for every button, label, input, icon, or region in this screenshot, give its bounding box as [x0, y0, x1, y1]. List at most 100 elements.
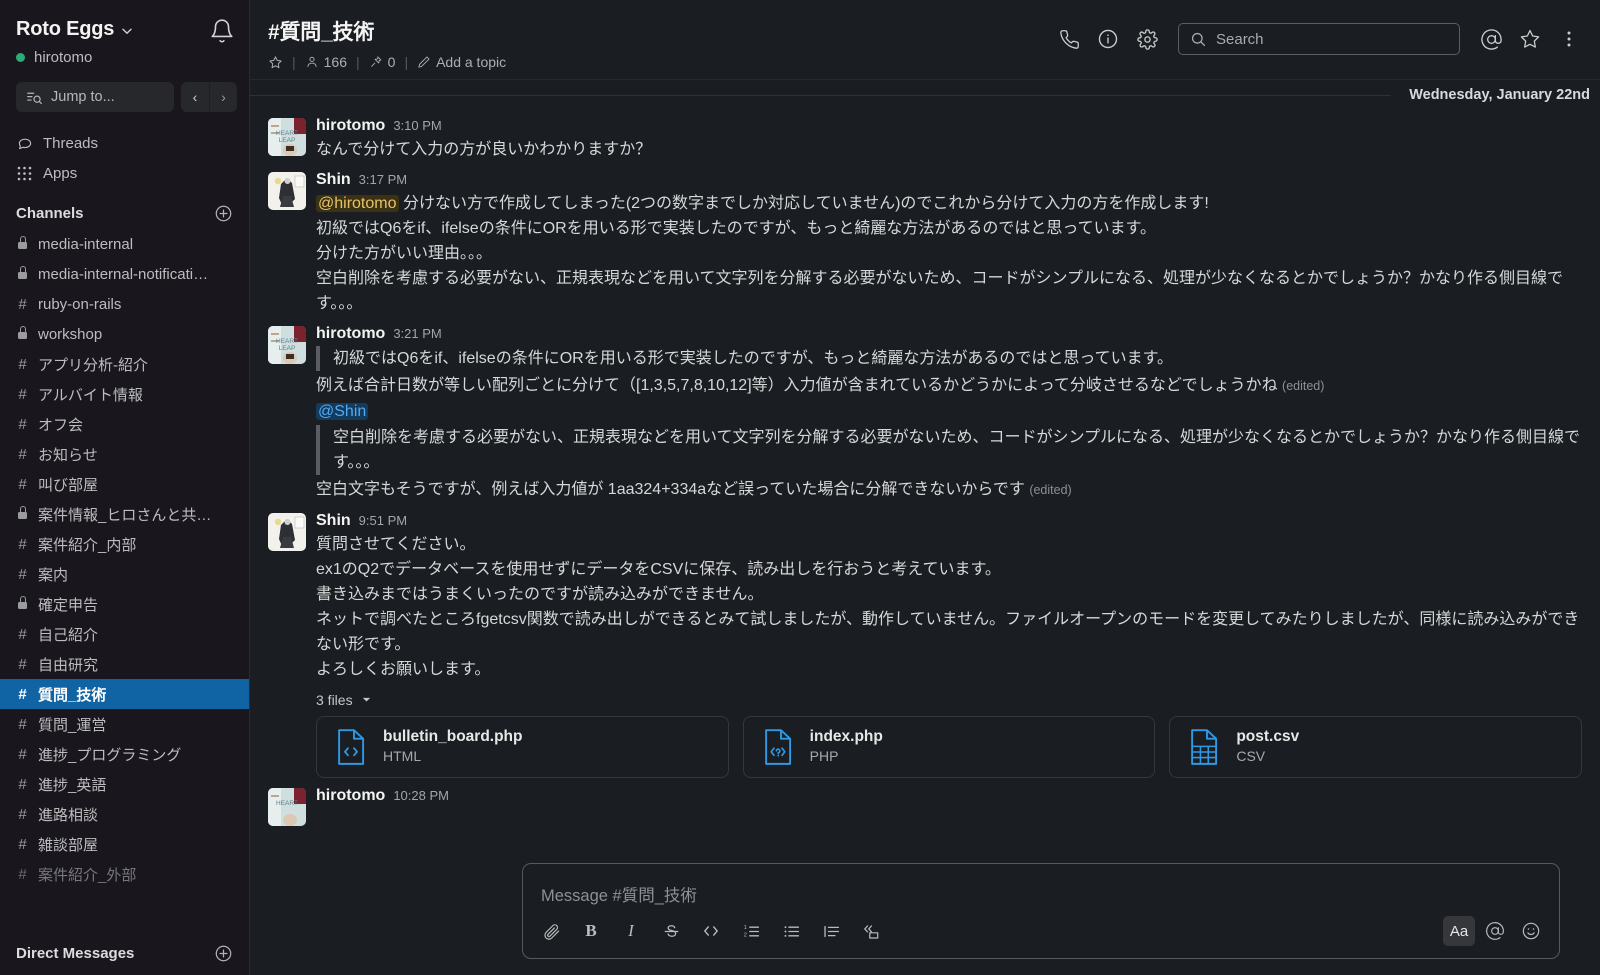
ordered-list-icon[interactable]: 1 2 [735, 916, 767, 946]
avatar[interactable]: HEART LEAP [268, 326, 306, 365]
sidebar-channel-item[interactable]: # 自己紹介 [0, 619, 249, 649]
blockquote-icon[interactable] [815, 916, 847, 946]
sidebar-item-threads[interactable]: Threads [0, 128, 249, 158]
apps-icon [16, 166, 33, 181]
message-composer: Message #質問_技術 B I 1 2 Aa [522, 863, 1560, 959]
sidebar-channel-item[interactable]: # 雑談部屋 [0, 829, 249, 859]
sidebar-channel-item[interactable]: # アプリ分析-紹介 [0, 349, 249, 379]
members-count[interactable]: 166 [305, 54, 347, 70]
sidebar-channel-item[interactable]: # オフ会 [0, 409, 249, 439]
code-icon[interactable] [695, 916, 727, 946]
sidebar-item-apps[interactable]: Apps [0, 158, 249, 188]
jump-to-input[interactable]: Jump to... [16, 82, 174, 112]
code-block-icon[interactable] [855, 916, 887, 946]
bold-icon[interactable]: B [575, 916, 607, 946]
sidebar-channel-item[interactable]: # アルバイト情報 [0, 379, 249, 409]
sidebar-channel-item[interactable]: # 質問_運営 [0, 709, 249, 739]
svg-text:2: 2 [743, 932, 746, 938]
channels-section-header[interactable]: Channels [0, 188, 249, 229]
formatting-icon[interactable]: Aa [1443, 916, 1475, 946]
avatar[interactable]: HEART [268, 787, 306, 826]
dm-section-header[interactable]: Direct Messages [0, 928, 249, 969]
sidebar-channel-item[interactable]: # 進捗_英語 [0, 769, 249, 799]
more-vertical-icon[interactable] [1552, 22, 1586, 56]
message-author[interactable]: hirotomo [316, 786, 385, 805]
files-toggle[interactable]: 3 files [316, 692, 1582, 708]
sidebar-channel-item[interactable]: # 案件紹介_外部 [0, 859, 249, 889]
attach-icon[interactable] [535, 916, 567, 946]
chevron-down-icon[interactable] [121, 25, 133, 37]
sidebar-channel-item[interactable]: # 質問_技術 [0, 679, 249, 709]
sidebar-channel-item[interactable]: # 案内 [0, 559, 249, 589]
file-attachments: bulletin_board.php HTML index.php PHP po… [316, 715, 1583, 778]
add-topic-button[interactable]: Add a topic [417, 54, 506, 70]
nav-back-button[interactable]: ‹ [181, 82, 209, 112]
message-time[interactable]: 3:17 PM [359, 172, 407, 188]
sidebar-channel-item[interactable]: # 叫び部屋 [0, 469, 249, 499]
sidebar-channel-item[interactable]: # ruby-on-rails [0, 289, 249, 319]
message-list[interactable]: Wednesday, January 22nd HEART LEAP hirot… [250, 80, 1600, 975]
message-time[interactable]: 3:21 PM [393, 326, 441, 342]
message-author[interactable]: hirotomo [316, 324, 385, 343]
lock-icon [16, 505, 29, 523]
star-icon[interactable] [268, 55, 283, 70]
phone-icon[interactable] [1052, 22, 1086, 56]
sidebar-channel-item[interactable]: media-internal [0, 229, 249, 259]
channel-name: 案件紹介_外部 [38, 866, 137, 884]
composer-box[interactable]: Message #質問_技術 B I 1 2 Aa [522, 863, 1560, 959]
sidebar-channel-item[interactable]: # 案件紹介_内部 [0, 529, 249, 559]
sidebar-channel-item[interactable]: # お知らせ [0, 439, 249, 469]
sidebar-channel-item[interactable]: 確定申告 [0, 589, 249, 619]
starred-items-icon[interactable] [1513, 22, 1547, 56]
history-nav: ‹ › [181, 82, 237, 112]
mention-icon[interactable] [1479, 916, 1511, 946]
bulleted-list-icon[interactable] [775, 916, 807, 946]
italic-icon[interactable]: I [615, 916, 647, 946]
info-icon[interactable] [1091, 22, 1125, 56]
search-input[interactable]: Search [1178, 23, 1460, 55]
notifications-bell-icon[interactable] [209, 18, 235, 44]
add-dm-icon[interactable] [214, 944, 233, 963]
file-card[interactable]: post.csv CSV [1169, 715, 1583, 778]
emoji-icon[interactable] [1515, 916, 1547, 946]
sidebar-channel-item[interactable]: # 自由研究 [0, 649, 249, 679]
page-title[interactable]: #質問_技術 [268, 16, 506, 46]
file-card[interactable]: bulletin_board.php HTML [316, 715, 729, 778]
file-card[interactable]: index.php PHP [742, 715, 1156, 778]
message-text: よろしくお願いします。 [316, 660, 491, 678]
message-header: hirotomo 3:10 PM [316, 116, 1582, 135]
message-author[interactable]: Shin [316, 170, 351, 189]
add-channel-icon[interactable] [214, 204, 233, 223]
gear-icon[interactable] [1130, 22, 1164, 56]
pins-count[interactable]: 0 [369, 54, 396, 70]
message-time[interactable]: 10:28 PM [393, 788, 449, 804]
hash-icon: # [18, 475, 27, 493]
hash-icon: # [18, 295, 27, 313]
hash-icon: # [18, 655, 27, 673]
pins-count-value: 0 [387, 54, 396, 70]
message-author[interactable]: hirotomo [316, 116, 385, 135]
sidebar-channel-item[interactable]: media-internal-notificati… [0, 259, 249, 289]
avatar[interactable] [268, 512, 306, 551]
user-mention[interactable]: @hirotomo [316, 195, 399, 213]
sidebar-channel-item[interactable]: # 進捗_プログラミング [0, 739, 249, 769]
avatar[interactable] [268, 172, 306, 211]
at-icon[interactable] [1474, 22, 1508, 56]
workspace-switcher[interactable]: Roto Eggs [16, 18, 133, 41]
sidebar-channel-item[interactable]: workshop [0, 319, 249, 349]
message-author[interactable]: Shin [316, 511, 351, 530]
avatar[interactable]: HEART LEAP [268, 118, 306, 156]
chevron-down-icon[interactable] [361, 694, 372, 705]
meta-divider: | [404, 54, 409, 70]
message-time[interactable]: 3:10 PM [393, 118, 441, 134]
members-count-value: 166 [323, 54, 347, 70]
current-user[interactable]: hirotomo [0, 49, 249, 66]
message-input[interactable]: Message #質問_技術 [523, 864, 1559, 912]
channel-meta: | 166 | 0 | Add a topic [268, 54, 506, 70]
nav-forward-button[interactable]: › [209, 82, 237, 112]
sidebar-channel-item[interactable]: 案件情報_ヒロさんと共… [0, 499, 249, 529]
strikethrough-icon[interactable] [655, 916, 687, 946]
user-mention[interactable]: @Shin [316, 402, 369, 420]
message-time[interactable]: 9:51 PM [359, 513, 407, 529]
sidebar-channel-item[interactable]: # 進路相談 [0, 799, 249, 829]
